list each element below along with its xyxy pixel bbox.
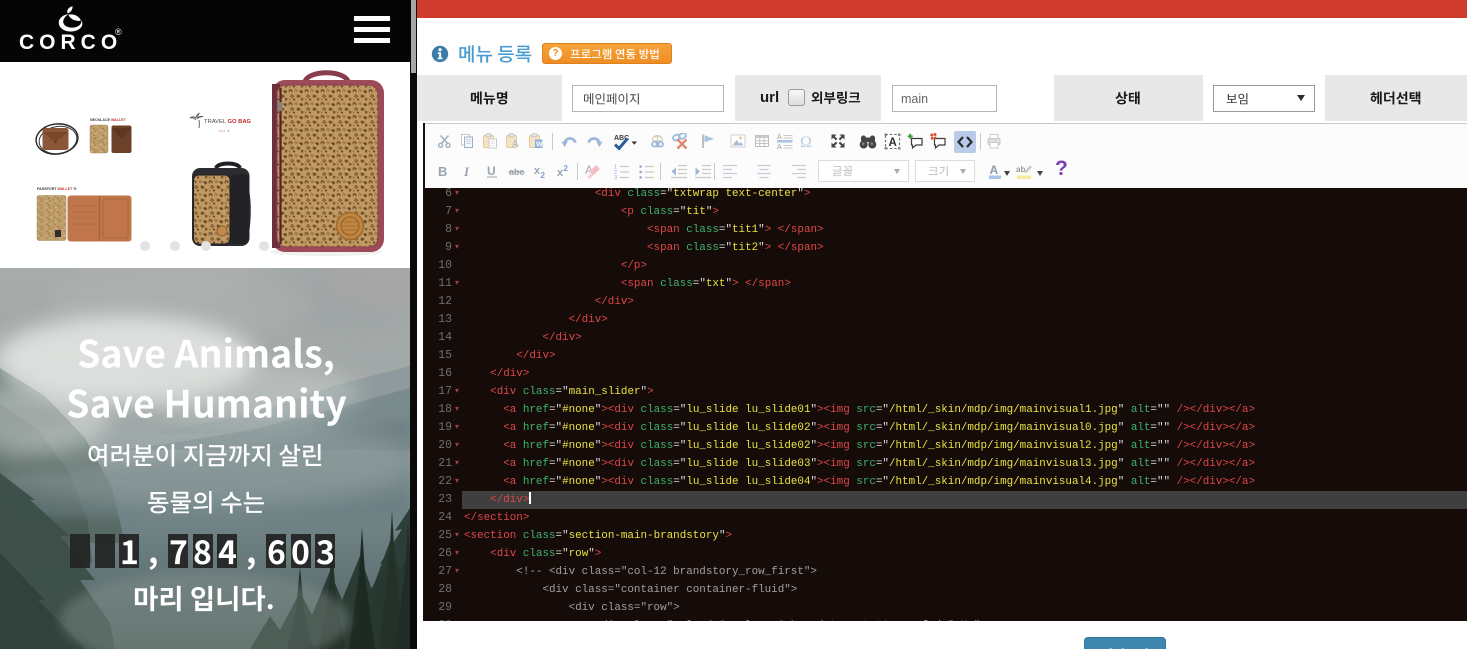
- svg-text:A: A: [777, 144, 782, 149]
- svg-text:2: 2: [541, 171, 546, 179]
- svg-text:A: A: [889, 137, 897, 149]
- svg-text:3: 3: [614, 175, 617, 179]
- svg-text:2: 2: [564, 164, 569, 173]
- svg-text:B: B: [438, 164, 447, 179]
- svg-text:TRAVEL GO BAG: TRAVEL GO BAG: [204, 119, 252, 125]
- svg-text:W: W: [536, 142, 543, 149]
- svg-text:v o l . 4: v o l . 4: [219, 129, 230, 133]
- svg-text:ab: ab: [1016, 165, 1025, 174]
- svg-text:PASSPORT WALLET 7t: PASSPORT WALLET 7t: [37, 187, 77, 191]
- svg-text:I: I: [463, 164, 470, 179]
- svg-text:A: A: [777, 134, 782, 141]
- svg-text:A: A: [512, 139, 519, 149]
- svg-text:A: A: [990, 163, 999, 177]
- svg-text:NECKLACE WALLET: NECKLACE WALLET: [90, 118, 127, 122]
- svg-text:Ω: Ω: [800, 134, 812, 150]
- svg-text:U: U: [487, 164, 496, 178]
